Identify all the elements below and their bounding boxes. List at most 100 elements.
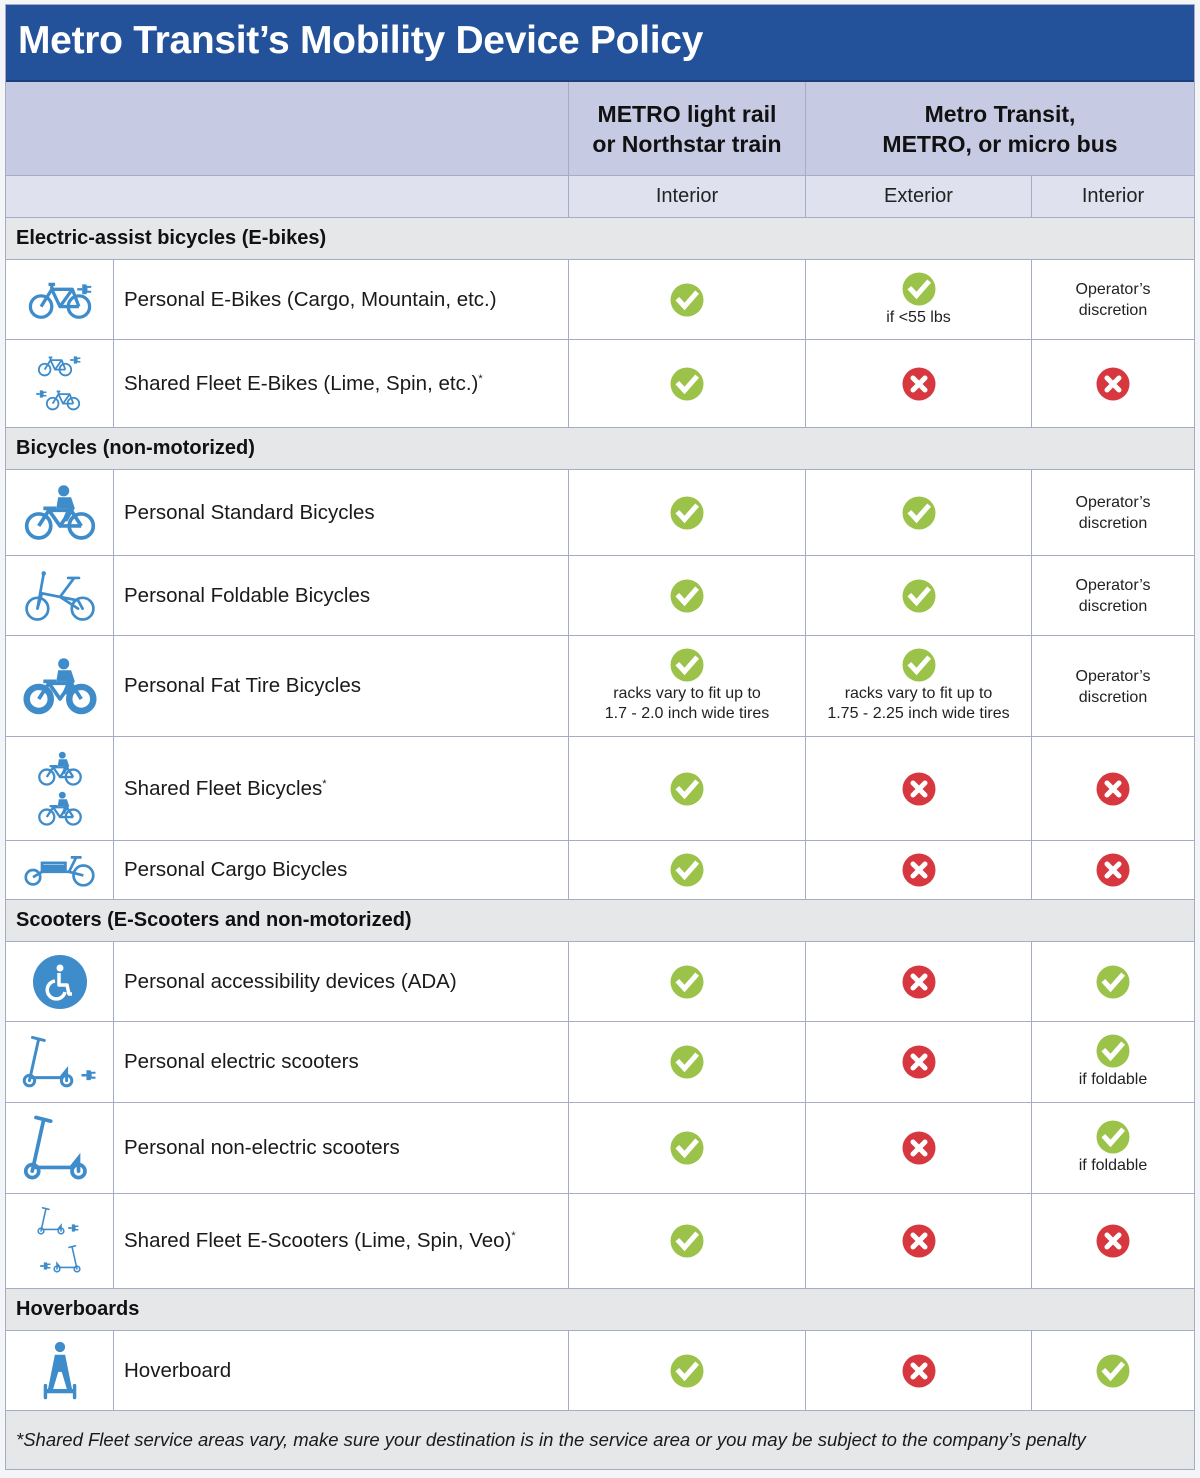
x-icon	[1096, 853, 1130, 887]
device-name-text: Personal electric scooters	[124, 1050, 359, 1073]
operator-discretion-line1: Operator’s	[1075, 280, 1151, 298]
check-icon	[670, 853, 704, 887]
x-icon	[902, 853, 936, 887]
category-row: Hoverboards	[6, 1289, 1194, 1331]
cyclist-icon	[6, 470, 113, 555]
check-icon	[1096, 1120, 1130, 1154]
policy-table: Metro Transit’s Mobility Device Policy M…	[5, 4, 1195, 1470]
train-interior-cell	[568, 942, 805, 1021]
table-row: Hoverboard	[6, 1331, 1194, 1411]
bus-interior-cell	[1031, 841, 1194, 899]
x-icon	[1096, 1224, 1130, 1258]
x-icon	[902, 1354, 936, 1388]
train-interior-cell	[568, 737, 805, 840]
footnote: *Shared Fleet service areas vary, make s…	[6, 1411, 1194, 1469]
table-row: Personal electric scooters if foldable	[6, 1022, 1194, 1103]
table-row: Personal Foldable Bicycles Operator’s dis…	[6, 556, 1194, 636]
bus-exterior-cell	[805, 556, 1031, 635]
check-icon	[1096, 965, 1130, 999]
page-title: Metro Transit’s Mobility Device Policy	[18, 19, 704, 62]
hoverboard-icon	[6, 1331, 113, 1410]
train-interior-cell	[568, 470, 805, 555]
device-name: Personal accessibility devices (ADA)	[113, 942, 568, 1021]
table-row: Personal Fat Tire Bicycles racks vary to…	[6, 636, 1194, 737]
header-bus-interior: Interior	[1031, 176, 1194, 217]
condition-note-line1: racks vary to fit up to	[613, 685, 761, 702]
operator-discretion-line2: discretion	[1078, 689, 1148, 706]
cargo-bike-icon	[6, 841, 113, 899]
device-name-text: Shared Fleet Bicycles*	[124, 777, 327, 801]
device-name-text: Personal non-electric scooters	[124, 1136, 400, 1159]
device-name-label: Shared Fleet E-Scooters (Lime, Spin, Veo…	[124, 1229, 512, 1252]
bus-interior-cell	[1031, 340, 1194, 427]
device-name-text: Hoverboard	[124, 1358, 232, 1382]
bus-exterior-cell	[805, 1103, 1031, 1193]
header-blank-2	[6, 176, 568, 217]
bus-interior-cell	[1031, 1331, 1194, 1410]
shared-e-scooters-icon	[6, 1194, 113, 1288]
check-icon	[670, 648, 704, 682]
x-icon	[902, 1045, 936, 1079]
operator-discretion-line2: discretion	[1078, 301, 1148, 319]
title-bar: Metro Transit’s Mobility Device Policy	[6, 5, 1194, 82]
header-train-group: METRO light rail or Northstar train	[568, 82, 805, 175]
check-icon	[670, 283, 704, 317]
fat-tire-bike-icon	[6, 636, 113, 736]
electric-scooter-icon	[6, 1022, 113, 1102]
x-icon	[902, 367, 936, 401]
bus-exterior-cell: if <55 lbs	[805, 260, 1031, 339]
shared-bikes-icon	[6, 737, 113, 840]
device-name: Shared Fleet E-Scooters (Lime, Spin, Veo…	[113, 1194, 568, 1288]
category-label: Electric-assist bicycles (E-bikes)	[16, 227, 327, 249]
header-bus-line2: METRO, or micro bus	[882, 130, 1118, 157]
device-name: Shared Fleet Bicycles*	[113, 737, 568, 840]
check-icon	[902, 496, 936, 530]
bus-interior-cell: Operator’s discretion	[1031, 260, 1194, 339]
x-icon	[902, 1224, 936, 1258]
x-icon	[902, 1131, 936, 1165]
device-name-text: Personal Foldable Bicycles	[124, 583, 371, 607]
table-row: Shared Fleet E-Bikes (Lime, Spin, etc.)*	[6, 340, 1194, 428]
check-icon	[1096, 1034, 1130, 1068]
check-icon	[670, 1224, 704, 1258]
device-name-text: Personal accessibility devices (ADA)	[124, 969, 457, 993]
condition-note-line2: 1.75 - 2.25 inch wide tires	[827, 705, 1010, 722]
bus-interior-cell: Operator’s discretion	[1031, 636, 1194, 736]
category-label: Bicycles (non-motorized)	[16, 437, 255, 459]
device-name-text: Personal Standard Bicycles	[124, 500, 375, 524]
footnote-text: *Shared Fleet service areas vary, make s…	[16, 1429, 1086, 1450]
table-row: Shared Fleet E-Scooters (Lime, Spin, Veo…	[6, 1194, 1194, 1289]
table-row: Personal Standard Bicycles Operator’s dis…	[6, 470, 1194, 556]
condition-note: if foldable	[1078, 1071, 1148, 1088]
bus-exterior-cell	[805, 340, 1031, 427]
device-name-label: Shared Fleet E-Bikes (Lime, Spin, etc.)	[124, 371, 479, 395]
category-row: Scooters (E-Scooters and non-motorized)	[6, 900, 1194, 942]
asterisk: *	[511, 1230, 516, 1243]
bus-interior-cell	[1031, 942, 1194, 1021]
bus-interior-cell	[1031, 737, 1194, 840]
device-name: Personal electric scooters	[113, 1022, 568, 1102]
train-interior-cell	[568, 340, 805, 427]
operator-discretion-line1: Operator’s	[1075, 668, 1151, 685]
train-interior-cell	[568, 1022, 805, 1102]
folding-bike-icon	[6, 556, 113, 635]
category-row: Bicycles (non-motorized)	[6, 428, 1194, 470]
device-name-text: Shared Fleet E-Bikes (Lime, Spin, etc.)*	[124, 372, 483, 396]
device-name-text: Personal Fat Tire Bicycles	[124, 674, 361, 697]
device-name-label: Shared Fleet Bicycles	[124, 776, 323, 800]
asterisk: *	[322, 777, 327, 790]
bus-exterior-cell	[805, 1331, 1031, 1410]
header-train-line2: or Northstar train	[592, 130, 782, 157]
train-interior-cell: racks vary to fit up to 1.7 - 2.0 inch wi…	[568, 636, 805, 736]
device-name: Personal E-Bikes (Cargo, Mountain, etc.)	[113, 260, 568, 339]
table-row: Shared Fleet Bicycles*	[6, 737, 1194, 841]
bus-interior-cell: Operator’s discretion	[1031, 556, 1194, 635]
table-row: Personal E-Bikes (Cargo, Mountain, etc.)…	[6, 260, 1194, 340]
header-row-groups: METRO light rail or Northstar train Metr…	[6, 82, 1194, 176]
device-name: Personal Fat Tire Bicycles	[113, 636, 568, 736]
train-interior-cell	[568, 1103, 805, 1193]
operator-discretion-line1: Operator’s	[1075, 576, 1151, 594]
operator-discretion-line2: discretion	[1078, 514, 1148, 532]
check-icon	[902, 579, 936, 613]
check-icon	[670, 579, 704, 613]
